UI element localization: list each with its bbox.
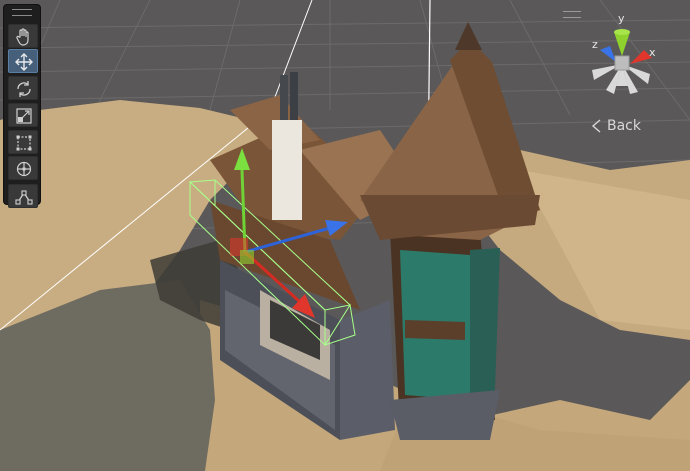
gizmo-center-cube[interactable]	[614, 55, 630, 71]
gizmo-y-axis[interactable]	[614, 29, 630, 56]
transform-icon	[16, 161, 32, 177]
gizmo-z-axis[interactable]	[600, 46, 616, 62]
toolbar-grip[interactable]	[12, 9, 32, 16]
scene-tools-toolbar	[3, 4, 41, 208]
gizmo-x-label: x	[649, 46, 656, 59]
rotate-icon	[17, 81, 31, 97]
rect-transform-icon	[16, 135, 32, 151]
gizmo-z-label: z	[592, 38, 598, 51]
move-arrows-icon	[15, 53, 33, 71]
rect-tool-button[interactable]	[8, 130, 38, 154]
back-text: Back	[607, 118, 641, 134]
view-back-label[interactable]: Back	[590, 116, 654, 136]
transform-tool-button[interactable]	[8, 156, 38, 180]
rotate-tool-button[interactable]	[8, 76, 38, 100]
hand-icon	[16, 28, 29, 46]
orientation-gizmo[interactable]: y x z	[582, 10, 672, 110]
gizmo-y-label: y	[618, 12, 625, 25]
chevron-left-icon	[591, 119, 601, 133]
custom-editor-tool-icon	[15, 190, 33, 205]
custom-tool-button[interactable]	[8, 184, 38, 208]
scene-viewport[interactable]: y x z Back	[0, 0, 690, 471]
hand-tool-button[interactable]	[8, 24, 38, 48]
move-tool-button[interactable]	[8, 49, 38, 73]
scale-tool-button[interactable]	[8, 103, 38, 127]
gizmo-drag-handle[interactable]	[563, 11, 581, 18]
scale-icon	[16, 108, 32, 124]
